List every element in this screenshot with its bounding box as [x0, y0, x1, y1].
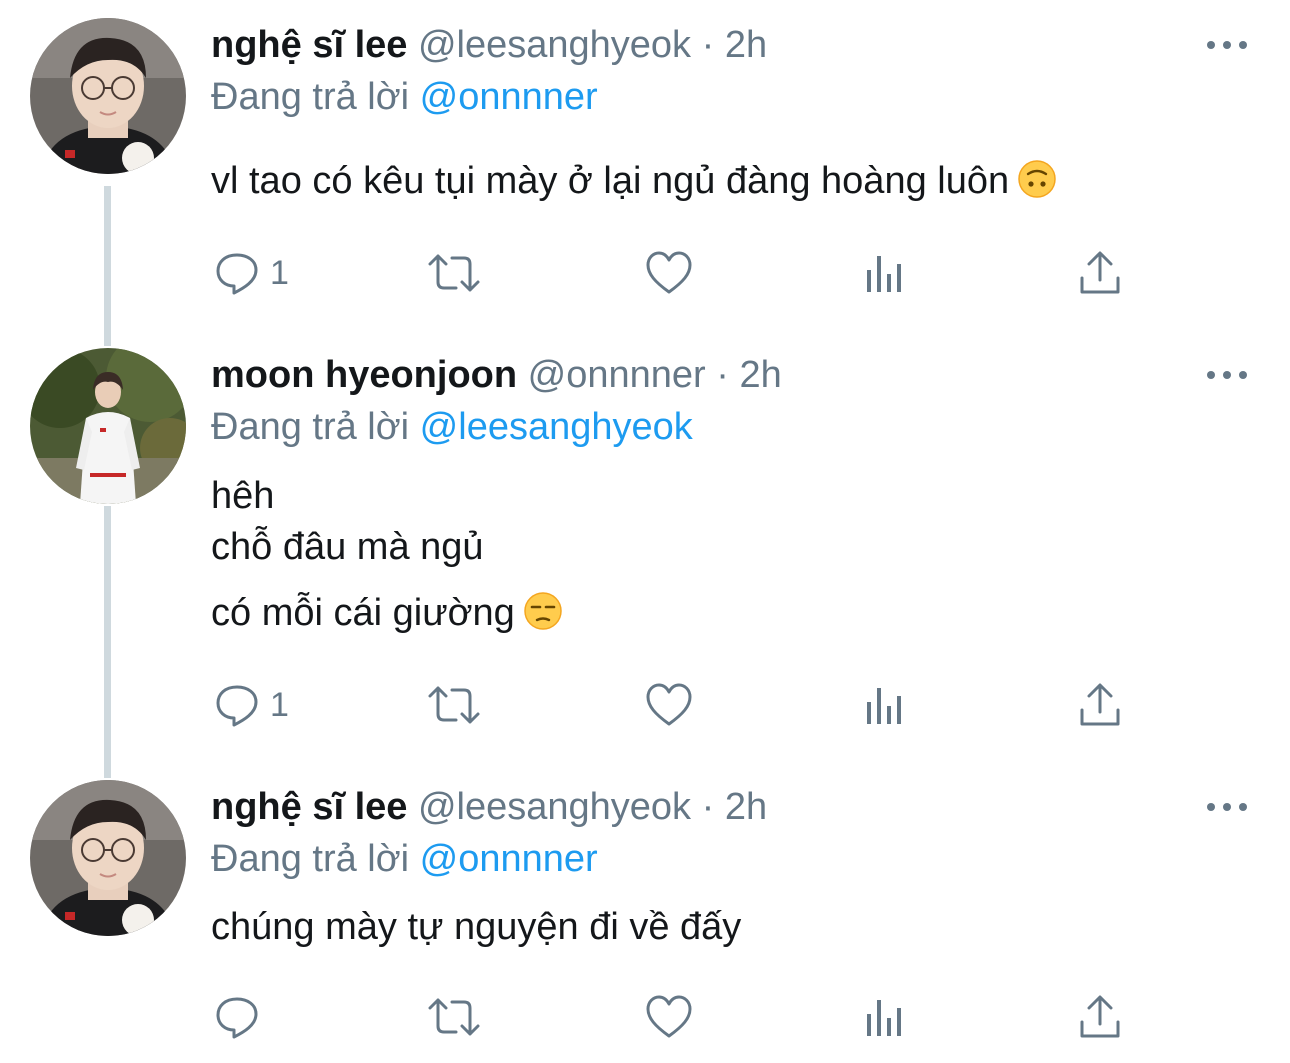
tweet-text-line: có mỗi cái giường — [211, 592, 515, 634]
reply-prefix: Đang trả lời — [211, 838, 410, 880]
avatar[interactable] — [30, 348, 186, 504]
reply-count: 1 — [270, 685, 289, 724]
tweet[interactable]: nghệ sĩ lee @leesanghyeok · 2h Đang trả … — [0, 762, 1290, 1063]
tweet-header: nghệ sĩ lee @leesanghyeok · 2h — [211, 22, 767, 68]
tweet-text-line: chúng mày tự nguyện đi về đấy — [211, 906, 742, 948]
tweet-header: moon hyeonjoon @onnnner · 2h — [211, 352, 782, 398]
like-button[interactable] — [645, 682, 693, 728]
tweet-text: có mỗi cái giường — [211, 590, 563, 636]
analytics-button[interactable] — [864, 684, 906, 726]
more-options-icon[interactable] — [1204, 797, 1250, 817]
like-icon — [646, 683, 692, 726]
retweet-button[interactable] — [426, 994, 482, 1040]
timestamp[interactable]: 2h — [725, 24, 767, 66]
avatar[interactable] — [30, 18, 186, 174]
share-icon — [1080, 995, 1120, 1038]
unamused-face-emoji — [524, 592, 562, 630]
separator: · — [701, 24, 715, 66]
share-button[interactable] — [1078, 682, 1122, 728]
share-icon — [1080, 251, 1120, 294]
display-name[interactable]: nghệ sĩ lee — [211, 786, 407, 828]
timestamp[interactable]: 2h — [739, 354, 781, 396]
retweet-button[interactable] — [426, 250, 482, 296]
retweet-icon — [428, 998, 480, 1036]
more-options-icon[interactable] — [1204, 365, 1250, 385]
tweet[interactable]: moon hyeonjoon @onnnner · 2h Đang trả lờ… — [0, 330, 1290, 762]
reply-prefix: Đang trả lời — [211, 406, 410, 448]
more-options-icon[interactable] — [1204, 35, 1250, 55]
tweet-text: vl tao có kêu tụi mày ở lại ngủ đàng hoà… — [211, 158, 1057, 204]
analytics-icon — [867, 688, 901, 724]
separator: · — [716, 354, 729, 396]
analytics-icon — [867, 1000, 901, 1036]
handle[interactable]: @leesanghyeok — [418, 786, 691, 828]
reply-icon — [216, 997, 258, 1039]
tweet-text-line: hêh — [211, 475, 275, 517]
tweet[interactable]: nghệ sĩ lee @leesanghyeok · 2h Đang trả … — [0, 0, 1290, 330]
avatar[interactable] — [30, 780, 186, 936]
like-icon — [646, 995, 692, 1038]
reply-count: 1 — [270, 253, 289, 292]
reply-mention[interactable]: @leesanghyeok — [420, 406, 693, 448]
tweet-text-line: chỗ đâu mà ngủ — [211, 526, 484, 568]
share-icon — [1080, 683, 1120, 726]
reply-mention[interactable]: @onnnner — [420, 838, 598, 880]
reply-prefix: Đang trả lời — [211, 76, 410, 118]
reply-context: Đang trả lời @onnnner — [211, 836, 598, 882]
reply-button[interactable]: 1 — [214, 250, 289, 296]
reply-icon — [216, 685, 258, 727]
reply-mention[interactable]: @onnnner — [420, 76, 598, 118]
like-button[interactable] — [645, 250, 693, 296]
upside-down-face-emoji — [1018, 160, 1056, 198]
retweet-button[interactable] — [426, 682, 482, 728]
separator: · — [701, 786, 715, 828]
reply-context: Đang trả lời @onnnner — [211, 74, 598, 120]
share-button[interactable] — [1078, 994, 1122, 1040]
retweet-icon — [428, 254, 480, 292]
analytics-button[interactable] — [864, 996, 906, 1038]
reply-icon — [216, 253, 258, 295]
tweet-header: nghệ sĩ lee @leesanghyeok · 2h — [211, 784, 767, 830]
handle[interactable]: @onnnner — [528, 354, 706, 396]
analytics-button[interactable] — [864, 252, 906, 294]
timestamp[interactable]: 2h — [725, 786, 767, 828]
share-button[interactable] — [1078, 250, 1122, 296]
reply-context: Đang trả lời @leesanghyeok — [211, 404, 693, 450]
display-name[interactable]: moon hyeonjoon — [211, 354, 517, 396]
reply-button[interactable]: 1 — [214, 682, 289, 728]
analytics-icon — [867, 256, 901, 292]
retweet-icon — [428, 686, 480, 724]
like-icon — [646, 251, 692, 294]
like-button[interactable] — [645, 994, 693, 1040]
display-name[interactable]: nghệ sĩ lee — [211, 24, 407, 66]
reply-button[interactable] — [214, 994, 270, 1040]
handle[interactable]: @leesanghyeok — [418, 24, 691, 66]
tweet-text-line: vl tao có kêu tụi mày ở lại ngủ đàng hoà… — [211, 160, 1010, 202]
